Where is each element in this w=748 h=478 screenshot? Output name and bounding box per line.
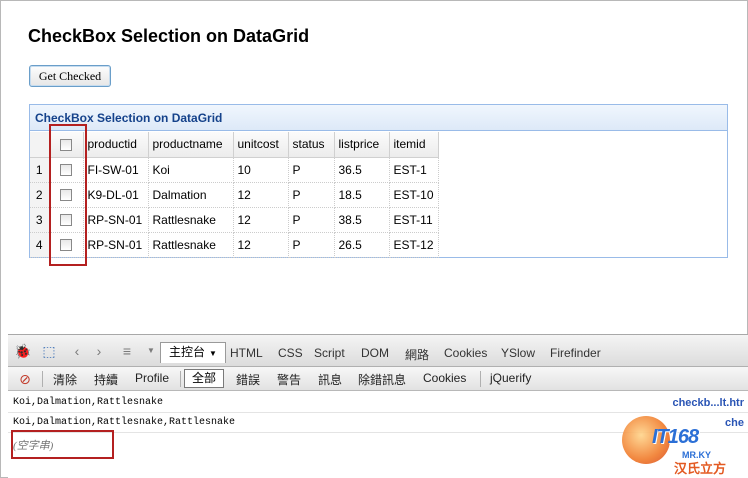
log-source-link[interactable]: checkb...lt.htr	[672, 393, 744, 413]
log-message: Koi,Dalmation,Rattlesnake,Rattlesnake	[13, 417, 236, 428]
cell-itemid: EST-11	[389, 207, 439, 233]
filter-cookies-button[interactable]: Cookies	[423, 371, 466, 385]
row-checkbox[interactable]	[60, 164, 72, 177]
datagrid-header-row: productid productname unitcost status li…	[30, 132, 439, 158]
datagrid-panel: CheckBox Selection on DataGrid productid…	[29, 104, 728, 258]
datagrid-table: productid productname unitcost status li…	[30, 132, 439, 258]
cell-listprice: 26.5	[334, 232, 390, 258]
cell-productname: Dalmation	[148, 182, 234, 208]
filter-all-button[interactable]: 全部	[184, 369, 224, 388]
tab-dom[interactable]: DOM	[361, 346, 389, 360]
row-checkbox-cell	[49, 182, 84, 208]
forward-arrow-icon[interactable]: ›	[90, 342, 108, 360]
filter-errors-button[interactable]: 錯誤	[236, 371, 260, 388]
cell-status: P	[288, 157, 335, 183]
filter-debug-button[interactable]: 除錯訊息	[358, 371, 406, 388]
tab-console[interactable]: 主控台 ▼	[160, 342, 226, 363]
tab-script[interactable]: Script	[314, 346, 345, 360]
filter-warnings-button[interactable]: 警告	[277, 371, 301, 388]
toolbar-separator	[180, 371, 181, 387]
rownum-header	[30, 132, 50, 158]
cell-productid: RP-SN-01	[83, 207, 149, 233]
get-checked-button[interactable]: Get Checked	[29, 65, 111, 87]
tab-html[interactable]: HTML	[230, 346, 263, 360]
cell-listprice: 38.5	[334, 207, 390, 233]
log-message: Koi,Dalmation,Rattlesnake	[13, 397, 164, 408]
cell-unitcost: 10	[233, 157, 289, 183]
row-checkbox[interactable]	[60, 239, 72, 252]
column-header-unitcost[interactable]: unitcost	[233, 132, 289, 158]
inspect-icon[interactable]: ⬚	[40, 342, 58, 360]
back-arrow-icon[interactable]: ‹	[68, 342, 86, 360]
cell-itemid: EST-10	[389, 182, 439, 208]
cell-unitcost: 12	[233, 182, 289, 208]
clear-button[interactable]: 清除	[53, 371, 77, 388]
cell-itemid: EST-1	[389, 157, 439, 183]
tab-cookies[interactable]: Cookies	[444, 346, 487, 360]
column-header-productname[interactable]: productname	[148, 132, 234, 158]
cell-unitcost: 12	[233, 207, 289, 233]
firebug-panel: 🐞 ⬚ ‹ › ≡ ▼ 主控台 ▼ HTML CSS Script DOM 網路 …	[8, 334, 748, 478]
chevron-down-icon: ▼	[209, 349, 217, 358]
cell-productid: FI-SW-01	[83, 157, 149, 183]
datagrid-title: CheckBox Selection on DataGrid	[30, 105, 727, 131]
select-all-checkbox[interactable]	[60, 139, 72, 152]
cell-status: P	[288, 182, 335, 208]
profile-button[interactable]: Profile	[135, 371, 169, 385]
persist-button[interactable]: 持續	[94, 371, 118, 388]
tab-net[interactable]: 網路	[405, 346, 429, 363]
table-row[interactable]: 4 RP-SN-01 Rattlesnake 12 P 26.5 EST-12	[30, 232, 439, 258]
cell-listprice: 18.5	[334, 182, 390, 208]
cell-status: P	[288, 232, 335, 258]
tab-css[interactable]: CSS	[278, 346, 303, 360]
cell-productid: K9-DL-01	[83, 182, 149, 208]
console-log-row: Koi,Dalmation,Rattlesnake,Rattlesnake ch…	[8, 413, 748, 433]
cell-itemid: EST-12	[389, 232, 439, 258]
console-log-row: Koi,Dalmation,Rattlesnake checkb...lt.ht…	[8, 393, 748, 413]
tab-console-label: 主控台	[169, 345, 206, 359]
column-header-status[interactable]: status	[288, 132, 335, 158]
command-line-icon[interactable]: ≡	[118, 342, 136, 360]
row-checkbox-cell	[49, 232, 84, 258]
row-checkbox[interactable]	[60, 214, 72, 227]
select-all-cell	[49, 132, 84, 158]
column-header-productid[interactable]: productid	[83, 132, 149, 158]
table-row[interactable]: 3 RP-SN-01 Rattlesnake 12 P 38.5 EST-11	[30, 207, 439, 233]
cell-productname: Rattlesnake	[148, 207, 234, 233]
console-toolbar: ⊘ 清除 持續 Profile 全部 錯誤 警告 訊息 除錯訊息 Cookies…	[8, 367, 748, 391]
command-line-input[interactable]	[13, 438, 213, 454]
row-number: 3	[30, 207, 50, 233]
log-source-link[interactable]: che	[725, 413, 744, 433]
row-checkbox-cell	[49, 207, 84, 233]
cell-unitcost: 12	[233, 232, 289, 258]
toolbar-separator	[42, 371, 43, 387]
table-row[interactable]: 1 FI-SW-01 Koi 10 P 36.5 EST-1	[30, 157, 439, 183]
cell-listprice: 36.5	[334, 157, 390, 183]
cell-productname: Koi	[148, 157, 234, 183]
firebug-main-toolbar: 🐞 ⬚ ‹ › ≡ ▼ 主控台 ▼ HTML CSS Script DOM 網路 …	[8, 335, 748, 367]
row-checkbox[interactable]	[60, 189, 72, 202]
row-checkbox-cell	[49, 157, 84, 183]
column-header-itemid[interactable]: itemid	[389, 132, 439, 158]
table-row[interactable]: 2 K9-DL-01 Dalmation 12 P 18.5 EST-10	[30, 182, 439, 208]
cell-status: P	[288, 207, 335, 233]
jquerify-button[interactable]: jQuerify	[490, 371, 531, 385]
row-number: 2	[30, 182, 50, 208]
row-number: 1	[30, 157, 50, 183]
clear-console-icon[interactable]: ⊘	[16, 370, 34, 388]
firebug-bug-icon[interactable]: 🐞	[14, 342, 32, 360]
cell-productname: Rattlesnake	[148, 232, 234, 258]
cell-productid: RP-SN-01	[83, 232, 149, 258]
chevron-down-icon[interactable]: ▼	[142, 342, 160, 360]
toolbar-separator	[480, 371, 481, 387]
tab-firefinder[interactable]: Firefinder	[550, 346, 601, 360]
tab-yslow[interactable]: YSlow	[501, 346, 535, 360]
filter-info-button[interactable]: 訊息	[318, 371, 342, 388]
page-title: CheckBox Selection on DataGrid	[28, 26, 310, 46]
column-header-listprice[interactable]: listprice	[334, 132, 390, 158]
row-number: 4	[30, 232, 50, 258]
